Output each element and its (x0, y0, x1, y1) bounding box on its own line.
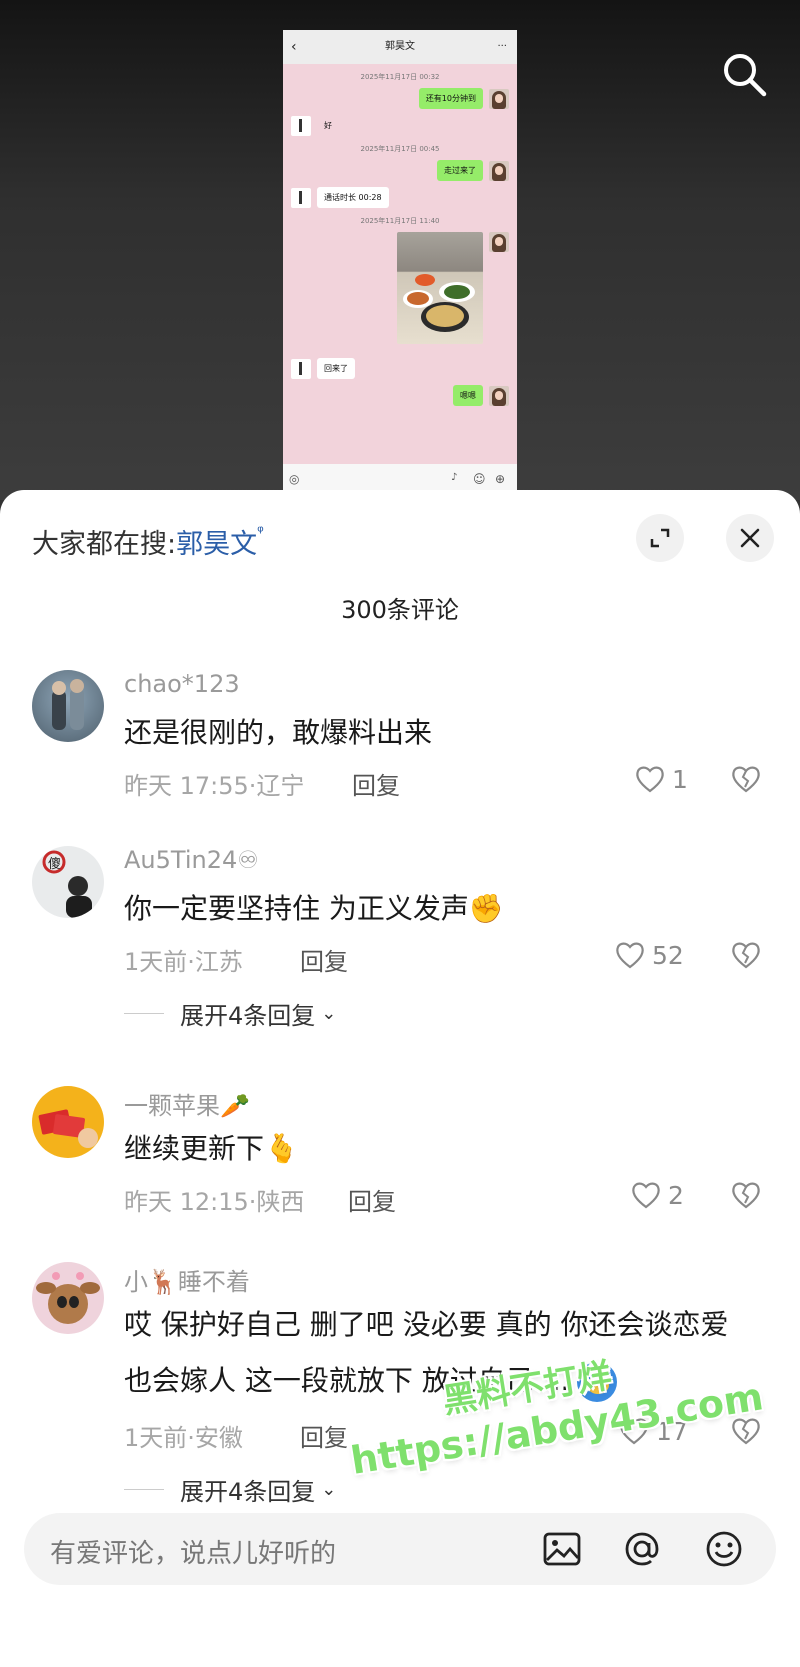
comment-time: 1天前 (124, 1424, 188, 1452)
search-icon: ᵠ (257, 522, 264, 541)
search-icon[interactable] (720, 50, 770, 100)
call-duration-bubble: 通话时长 00:28 (317, 187, 389, 208)
back-icon: ‹ (291, 39, 297, 55)
more-icon: ··· (497, 41, 507, 52)
comment-meta: 1天前·安徽 (124, 1424, 243, 1452)
comment-username[interactable]: Au5Tin24♾ (124, 846, 259, 874)
avatar (291, 187, 311, 208)
comment-username[interactable]: 一颗苹果🥕 (124, 1086, 250, 1121)
avatar (291, 358, 311, 379)
chat-bubble: 嗯嗯 (453, 385, 483, 406)
video-area[interactable]: ‹ 郭昊文 ··· 2025年11月17日 00:32 还有10分钟到 好 20… (0, 0, 800, 500)
trending-search[interactable]: 大家都在搜:郭昊文ᵠ (32, 522, 264, 561)
chat-header: ‹ 郭昊文 ··· (283, 30, 517, 64)
divider (124, 1013, 164, 1014)
chat-contact-name: 郭昊文 (385, 41, 415, 52)
dislike-button[interactable] (730, 764, 762, 798)
chat-message: 好 (291, 115, 509, 136)
expand-replies-label: 展开4条回复 (180, 1478, 316, 1506)
comment-input[interactable]: 有爱评论，说点儿好听的 (24, 1513, 776, 1585)
avatar[interactable] (32, 1262, 104, 1334)
expand-replies-label: 展开4条回复 (180, 1002, 316, 1030)
comment-time: 1天前 (124, 948, 188, 976)
comment-text: 继续更新下🫰 (124, 1132, 299, 1165)
chat-time: 2025年11月17日 11:40 (360, 217, 440, 225)
chat-message: 还有10分钟到 (291, 88, 509, 109)
mic-icon: ♪ (451, 472, 458, 483)
chevron-down-icon: ⌄ (321, 1479, 337, 1500)
chat-bubble: 还有10分钟到 (418, 88, 483, 109)
avatar[interactable] (32, 1086, 104, 1158)
dislike-button[interactable] (730, 1180, 762, 1214)
like-button[interactable]: 1 (634, 764, 688, 794)
chat-bubble: 好 (324, 121, 332, 130)
expand-replies[interactable]: 展开4条回复 ⌄ (124, 1472, 336, 1507)
comment-username[interactable]: chao*123 (124, 670, 240, 698)
chat-message: 嗯嗯 (291, 385, 509, 406)
comment-count: 300条评论 (341, 596, 459, 624)
heart-icon (636, 766, 664, 793)
reply-button[interactable]: 回复 (348, 1182, 396, 1217)
avatar (489, 385, 509, 406)
chat-message: 走过来了 (291, 160, 509, 181)
chat-message: 回来了 (291, 358, 509, 379)
close-icon[interactable] (726, 514, 774, 562)
emoji-icon[interactable] (704, 1529, 744, 1569)
chat-message: 通话时长 00:28 (291, 187, 509, 208)
image-icon[interactable] (542, 1529, 582, 1569)
avatar (489, 160, 509, 181)
comment-username[interactable]: 小🦌睡不着 (124, 1262, 250, 1297)
plus-icon: ⊕ (495, 472, 506, 486)
like-button[interactable]: 52 (614, 940, 684, 970)
avatar (489, 88, 509, 109)
comment-meta: 昨天 12:15·陕西 (124, 1188, 305, 1216)
avatar[interactable]: 傻 (32, 846, 104, 918)
like-count: 1 (672, 764, 688, 794)
like-count: 2 (668, 1180, 684, 1210)
comment-location: 辽宁 (256, 772, 305, 800)
comment-time: 昨天 17:55 (124, 772, 249, 800)
chat-bubble: 走过来了 (437, 160, 483, 181)
avatar[interactable] (32, 670, 104, 742)
comment-text: 你一定要坚持住 为正义发声✊ (124, 892, 504, 925)
svg-text:傻: 傻 (48, 857, 61, 872)
expand-replies[interactable]: 展开4条回复 ⌄ (124, 996, 336, 1031)
comment-location: 安徽 (194, 1424, 243, 1452)
like-count: 52 (652, 940, 684, 970)
chat-message (291, 232, 509, 344)
comment-time: 昨天 12:15 (124, 1188, 249, 1216)
chat-bubble: 回来了 (317, 358, 355, 379)
broken-heart-icon (732, 1182, 760, 1209)
comment-location: 江苏 (194, 948, 243, 976)
chat-time: 2025年11月17日 00:45 (360, 145, 440, 153)
voice-icon: ◎ (289, 472, 300, 486)
dislike-button[interactable] (730, 940, 762, 974)
chevron-down-icon: ⌄ (321, 1003, 337, 1024)
expand-icon[interactable] (636, 514, 684, 562)
broken-heart-icon (732, 942, 760, 969)
divider (124, 1489, 164, 1490)
trending-keyword[interactable]: 郭昊文 (176, 529, 257, 560)
at-icon[interactable] (622, 1529, 662, 1569)
comment-text: 还是很刚的，敢爆料出来 (124, 716, 433, 749)
broken-heart-icon (732, 766, 760, 793)
heart-icon (616, 942, 644, 969)
reply-button[interactable]: 回复 (352, 766, 400, 801)
trending-prefix: 大家都在搜: (32, 529, 177, 560)
like-button[interactable]: 2 (630, 1180, 684, 1210)
emoji-icon: ☺ (473, 472, 486, 486)
chat-time: 2025年11月17日 00:32 (360, 73, 440, 81)
comment-meta: 昨天 17:55·辽宁 (124, 772, 305, 800)
heart-icon (632, 1182, 660, 1209)
food-photo (397, 232, 483, 344)
reply-button[interactable]: 回复 (300, 1418, 348, 1453)
comment-location: 陕西 (256, 1188, 305, 1216)
avatar (489, 232, 509, 252)
comment-meta: 1天前·江苏 (124, 948, 243, 976)
reply-button[interactable]: 回复 (300, 942, 348, 977)
chat-screenshot: ‹ 郭昊文 ··· 2025年11月17日 00:32 还有10分钟到 好 20… (283, 30, 517, 500)
avatar (291, 115, 311, 136)
comment-input-placeholder: 有爱评论，说点儿好听的 (50, 1539, 337, 1569)
